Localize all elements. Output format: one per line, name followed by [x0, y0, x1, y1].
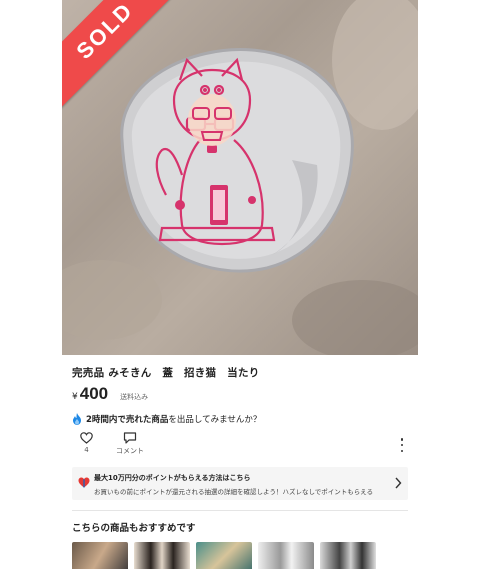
- promo-highlight: 2時間内で売れた商品: [86, 415, 169, 425]
- points-banner-description: お買いもの前にポイントが還元される抽選の詳細を確認しよう！ハズレなしでポイントも…: [94, 488, 374, 496]
- recommended-item-thumbnail[interactable]: [134, 542, 190, 569]
- action-bar: 4 コメント: [72, 432, 408, 462]
- comment-label: コメント: [116, 447, 144, 455]
- promo-text: を出品してみませんか？: [168, 415, 262, 425]
- flame-icon: [73, 413, 81, 425]
- shipping-note: 送料込み: [120, 393, 149, 401]
- more-dot-icon: [400, 449, 404, 452]
- price-value: 400: [79, 384, 109, 403]
- more-dot-icon: [400, 438, 404, 441]
- recommendations-heading: こちらの商品もおすすめです: [72, 523, 196, 534]
- page: SOLD 完売品 みそきん 蓋 招き猫 当たり ¥ 400 送料込み 2時間内で…: [0, 0, 480, 569]
- product-photo-illustration: [62, 0, 418, 355]
- points-banner-title: 最大10万円分のポイントがもらえる方法はこちら: [94, 474, 251, 482]
- recommended-item-thumbnail[interactable]: [320, 542, 376, 569]
- item-detail-column: SOLD 完売品 みそきん 蓋 招き猫 当たり ¥ 400 送料込み 2時間内で…: [62, 0, 418, 569]
- like-count: 4: [84, 446, 89, 454]
- section-divider: [72, 510, 408, 511]
- recommendations-carousel: [72, 542, 376, 569]
- currency-symbol: ¥: [72, 392, 78, 402]
- more-options-button[interactable]: [396, 438, 408, 452]
- gift-heart-icon: [78, 477, 90, 488]
- more-dot-icon: [400, 443, 404, 447]
- price-row: ¥ 400 送料込み: [72, 384, 148, 404]
- chevron-right-icon: [395, 477, 402, 489]
- product-title: 完売品 みそきん 蓋 招き猫 当たり: [72, 367, 260, 379]
- points-campaign-banner[interactable]: 最大10万円分のポイントがもらえる方法はこちら お買いもの前にポイントが還元され…: [72, 467, 408, 500]
- heart-icon: [80, 432, 93, 444]
- comment-icon: [123, 432, 137, 444]
- comment-button[interactable]: コメント: [116, 432, 144, 456]
- recommended-item-thumbnail[interactable]: [258, 542, 314, 569]
- sell-promo-link[interactable]: 2時間内で売れた商品を出品してみませんか？: [72, 413, 261, 425]
- recommended-item-thumbnail[interactable]: [196, 542, 252, 569]
- recommended-item-thumbnail[interactable]: [72, 542, 128, 569]
- like-button[interactable]: 4: [80, 432, 93, 454]
- product-photo[interactable]: SOLD: [62, 0, 418, 355]
